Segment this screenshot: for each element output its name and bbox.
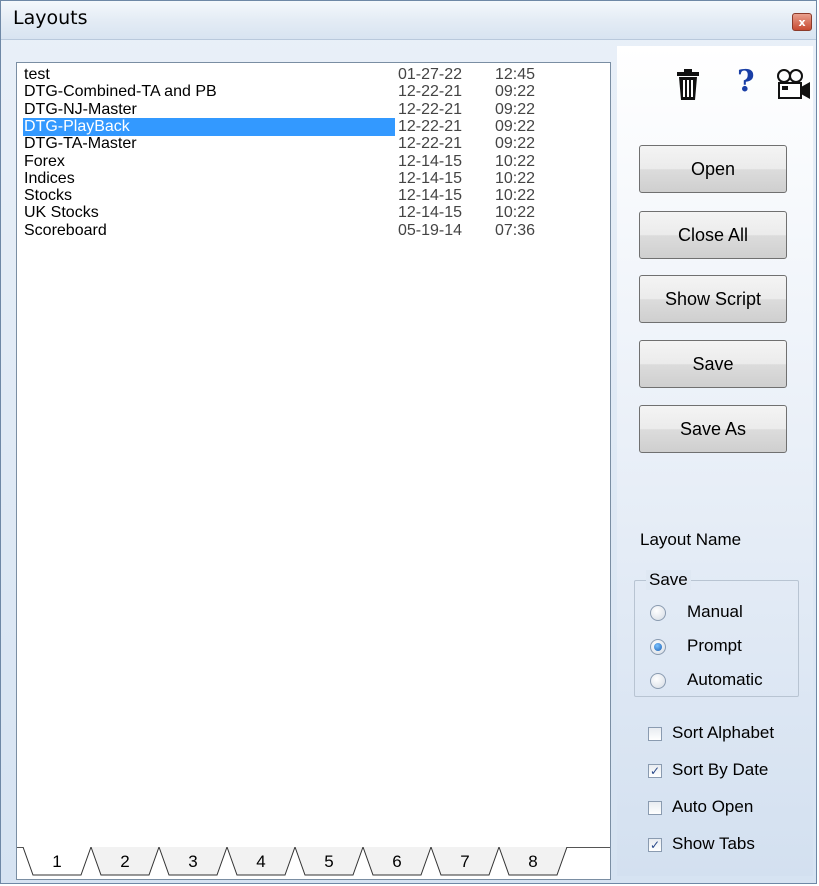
close-all-button[interactable]: Close All bbox=[639, 211, 787, 259]
layout-date: 12-22-21 bbox=[398, 117, 463, 135]
layout-time: 10:22 bbox=[495, 169, 536, 187]
save-group-title: Save bbox=[646, 570, 691, 590]
layout-date: 12-22-21 bbox=[398, 135, 463, 153]
layout-time: 09:22 bbox=[495, 100, 536, 118]
checkbox-show-tabs-label: Show Tabs bbox=[672, 834, 755, 853]
save-button[interactable]: Save bbox=[639, 340, 787, 388]
checkbox-auto-open[interactable] bbox=[648, 801, 662, 815]
layout-date: 12-14-15 bbox=[398, 169, 463, 187]
layout-name: Forex bbox=[24, 152, 65, 170]
layout-time: 09:22 bbox=[495, 135, 536, 153]
layout-time: 07:36 bbox=[495, 221, 536, 239]
checkbox-sort-alphabet-label: Sort Alphabet bbox=[672, 723, 775, 742]
layout-name-label: Layout Name bbox=[640, 530, 742, 549]
layout-time: 10:22 bbox=[495, 204, 536, 222]
video-camera-icon[interactable] bbox=[776, 68, 812, 106]
layout-name: Indices bbox=[24, 169, 75, 187]
layout-time: 09:22 bbox=[495, 83, 536, 101]
layout-time: 09:22 bbox=[495, 117, 536, 135]
tab-3[interactable]: 3 bbox=[169, 847, 217, 875]
layout-date: 12-14-15 bbox=[398, 187, 463, 205]
layout-date: 12-22-21 bbox=[398, 83, 463, 101]
tab-5[interactable]: 5 bbox=[305, 847, 353, 875]
help-icon[interactable]: ? bbox=[737, 64, 755, 99]
layout-date: 12-22-21 bbox=[398, 100, 463, 118]
layout-time: 10:22 bbox=[495, 152, 536, 170]
layout-name: Scoreboard bbox=[24, 221, 107, 239]
layout-name: DTG-Combined-TA and PB bbox=[24, 83, 217, 101]
radio-automatic[interactable] bbox=[650, 673, 666, 689]
show-script-button[interactable]: Show Script bbox=[639, 275, 787, 323]
tab-8[interactable]: 8 bbox=[509, 847, 557, 875]
trash-icon[interactable] bbox=[675, 68, 701, 106]
title-bar[interactable]: Layouts x bbox=[1, 1, 816, 40]
layout-date: 12-14-15 bbox=[398, 152, 463, 170]
layout-name: DTG-PlayBack bbox=[23, 117, 395, 136]
tab-6[interactable]: 6 bbox=[373, 847, 421, 875]
checkbox-sort-alphabet[interactable] bbox=[648, 727, 662, 741]
radio-manual[interactable] bbox=[650, 605, 666, 621]
layout-date: 05-19-14 bbox=[398, 221, 463, 239]
layout-time: 12:45 bbox=[495, 66, 536, 83]
radio-manual-label: Manual bbox=[687, 602, 743, 621]
layout-date: 01-27-22 bbox=[398, 66, 463, 83]
layout-name: DTG-TA-Master bbox=[24, 135, 137, 153]
layout-name: test bbox=[24, 66, 50, 83]
tab-7[interactable]: 7 bbox=[441, 847, 489, 875]
radio-prompt-label: Prompt bbox=[687, 636, 742, 655]
layout-list[interactable]: test 01-27-22 12:45 DTG-Combined-TA and PB 1… bbox=[16, 62, 611, 880]
toolbar-icons: ? bbox=[675, 64, 813, 106]
checkbox-auto-open-label: Auto Open bbox=[672, 797, 754, 816]
tab-4[interactable]: 4 bbox=[237, 847, 285, 875]
checkbox-sort-by-date[interactable]: ✓ bbox=[648, 764, 662, 778]
layout-date: 12-14-15 bbox=[398, 204, 463, 222]
layout-name: Stocks bbox=[24, 187, 73, 205]
open-button[interactable]: Open bbox=[639, 145, 787, 193]
window-title: Layouts bbox=[13, 7, 88, 29]
tab-2[interactable]: 2 bbox=[101, 847, 149, 875]
checkbox-sort-by-date-label: Sort By Date bbox=[672, 760, 769, 779]
radio-automatic-label: Automatic bbox=[687, 670, 763, 689]
tab-1[interactable]: 1 bbox=[33, 847, 81, 875]
close-icon: x bbox=[798, 16, 806, 29]
tab-strip: 12345678 bbox=[17, 847, 610, 879]
checkbox-show-tabs[interactable]: ✓ bbox=[648, 838, 662, 852]
layout-name: DTG-NJ-Master bbox=[24, 100, 137, 118]
radio-prompt[interactable] bbox=[650, 639, 666, 655]
layout-name: UK Stocks bbox=[24, 204, 99, 222]
close-button[interactable]: x bbox=[792, 13, 812, 31]
save-as-button[interactable]: Save As bbox=[639, 405, 787, 453]
layout-time: 10:22 bbox=[495, 187, 536, 205]
